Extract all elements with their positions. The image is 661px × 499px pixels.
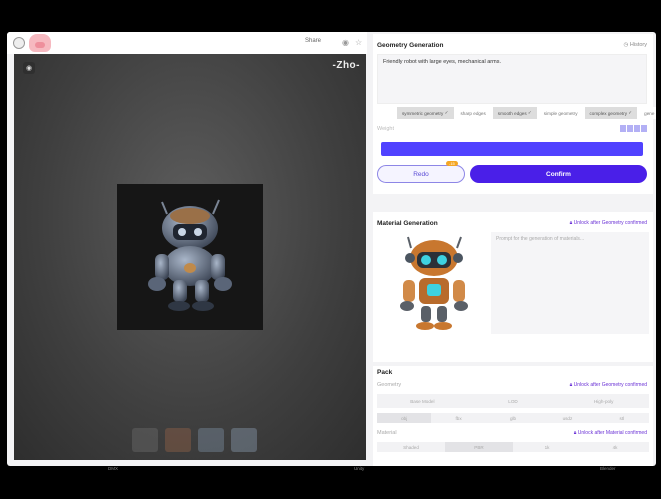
option-pbr[interactable]: PBR [445,442,513,452]
viewer-toolbar: Share ◉ ☆ [7,32,367,54]
redo-button[interactable]: Redo [377,165,465,183]
confirm-button[interactable]: Confirm [470,165,647,183]
lock-icon: 🔒︎ [569,382,573,388]
option-1k[interactable]: 1k [513,442,581,452]
section-title: Geometry Generation [377,42,444,49]
bottom-label: Unity [354,466,365,471]
option-high-poly[interactable]: High-poly [558,394,649,408]
format-obj[interactable]: obj [377,413,432,423]
material-type-selector: Shaded PBR 1k 4k [377,442,649,452]
weight-label: Weight [377,126,395,132]
orange-robot-image [400,236,468,330]
chip-sharp-edges[interactable]: sharp edges [455,107,491,119]
format-stl[interactable]: stl [595,413,649,423]
format-selector: obj fbx glb usdz stl [377,413,649,423]
geometry-section: Geometry Generation ◷ History Friendly r… [373,34,656,194]
weight-slider[interactable] [381,142,643,156]
style-chips: symmetric geometry ✓ sharp edges smooth … [397,107,656,119]
history-label: History [629,42,647,48]
thumbnail[interactable] [231,428,257,452]
prompt-text: Friendly robot with large eyes, mechanic… [383,59,501,65]
history-thumbnails [132,428,257,452]
watermark: -Zho- [332,60,360,71]
geometry-lock-notice: 🔒︎ Unlock after Geometry confirmed [569,382,647,388]
app-window: Share ◉ ☆ ◉ -Zho- Geometry Generation ◷ … [7,32,656,466]
format-glb[interactable]: glb [486,413,540,423]
bottom-labels: DMX Unity Blender [0,466,661,476]
lock-icon: 🔒︎ [569,220,573,226]
geometry-label: Geometry [377,382,402,388]
lock-icon: 🔒︎ [573,430,577,436]
pack-section: Pack Geometry 🔒︎ Unlock after Geometry c… [373,366,653,466]
material-pack-lock-notice: 🔒︎ Unlock after Material confirmed [573,430,647,436]
pig-logo-icon [29,34,51,52]
option-base-model[interactable]: Base Model [377,394,468,408]
bottom-label: Blender [600,466,616,471]
section-title: Pack [377,369,393,376]
chip-gene[interactable]: gene [639,107,656,119]
chip-complex-geometry[interactable]: complex geometry ✓ [584,107,638,119]
option-shaded[interactable]: Shaded [377,442,445,452]
thumbnail[interactable] [165,428,191,452]
material-prompt-input[interactable]: Prompt for the generation of materials..… [491,232,649,334]
eye-icon[interactable]: ◉ [342,38,349,47]
history-button[interactable]: ◷ History [624,42,647,48]
chip-simple-geometry[interactable]: simple geometry [538,107,583,119]
format-usdz[interactable]: usdz [540,413,594,423]
share-button[interactable]: Share [305,38,321,44]
user-avatar[interactable] [13,37,25,49]
material-placeholder: Prompt for the generation of materials..… [496,236,585,242]
model-preview[interactable] [117,184,263,330]
thumbnail[interactable] [132,428,158,452]
redo-cost-badge: -15 [446,161,458,166]
bottom-label: DMX [108,466,118,471]
weight-steps[interactable] [620,125,647,132]
geometry-prompt-input[interactable]: Friendly robot with large eyes, mechanic… [377,54,647,104]
material-lock-notice: 🔒︎ Unlock after Geometry confirmed [569,220,647,226]
gray-robot-image [148,199,232,311]
material-preview [381,232,487,336]
clock-icon: ◷ [623,42,629,48]
3d-viewer[interactable]: ◉ -Zho- [14,54,366,460]
thumbnail[interactable] [198,428,224,452]
option-4k[interactable]: 4k [581,442,649,452]
star-icon[interactable]: ☆ [355,38,362,47]
format-fbx[interactable]: fbx [431,413,485,423]
section-title: Material Generation [377,220,438,227]
chip-smooth-edges[interactable]: smooth edges ✓ [492,107,537,119]
visibility-toggle-icon[interactable]: ◉ [23,62,35,74]
model-type-selector: Base Model LOD High-poly [377,394,649,408]
bottom-strip [0,478,661,499]
control-panel: Geometry Generation ◷ History Friendly r… [371,32,656,466]
material-label: Material [377,430,397,436]
chip-symmetric-geometry[interactable]: symmetric geometry ✓ [397,107,454,119]
option-lod[interactable]: LOD [468,394,559,408]
material-section: Material Generation 🔒︎ Unlock after Geom… [373,212,653,362]
